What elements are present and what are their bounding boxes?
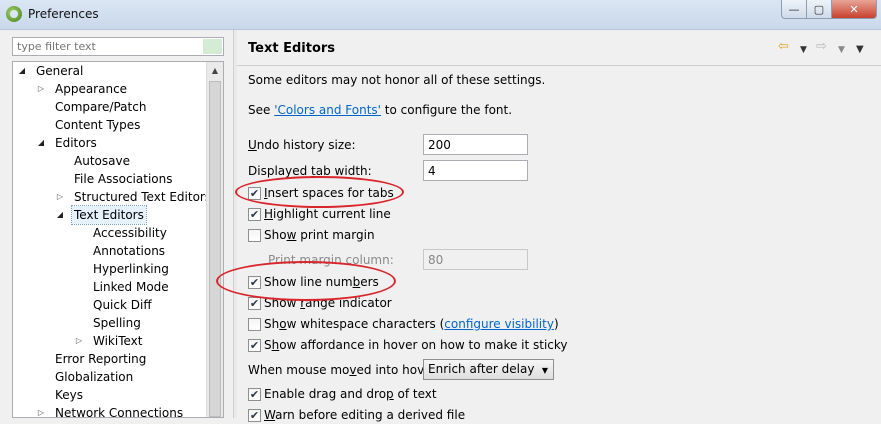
collapsed-icon[interactable]: ▷ bbox=[55, 188, 65, 206]
collapsed-icon[interactable]: ▷ bbox=[36, 80, 46, 98]
view-menu-icon[interactable]: ▼ bbox=[856, 42, 864, 58]
collapsed-icon[interactable]: ▷ bbox=[36, 404, 46, 417]
tree-item-label: Structured Text Editors bbox=[74, 190, 212, 204]
label-text: w whitespace characters bbox=[286, 317, 436, 331]
back-arrow-icon[interactable]: ⇦ bbox=[778, 39, 789, 55]
checkbox-box[interactable] bbox=[248, 318, 261, 331]
tree-item-label: Network Connections bbox=[55, 406, 184, 418]
checkbox-label: Show whitespace characters (configure vi… bbox=[264, 316, 559, 333]
tree-item-label: Globalization bbox=[55, 370, 134, 384]
tree-item-label: General bbox=[36, 64, 84, 78]
label-text: ighlight current line bbox=[273, 207, 391, 221]
forward-arrow-icon[interactable]: ⇨ bbox=[816, 39, 827, 55]
tree-scrollbar[interactable]: ▲ bbox=[206, 62, 223, 417]
tree-item-label: Editors bbox=[55, 136, 97, 150]
label-text: When mouse mo bbox=[248, 363, 350, 377]
collapsed-icon[interactable]: ▷ bbox=[74, 332, 84, 350]
minimize-button[interactable]: — bbox=[781, 0, 807, 19]
see-prefix: See bbox=[248, 103, 275, 117]
label-text: S bbox=[264, 338, 272, 352]
filter-clear-icon[interactable] bbox=[203, 39, 222, 54]
mnemonic: w bbox=[286, 228, 297, 242]
preference-tree: ◢ General ▷ Appearance Compare/Patch Conte… bbox=[12, 61, 224, 418]
scroll-up-icon[interactable]: ▲ bbox=[207, 62, 223, 79]
mnemonic: o bbox=[279, 317, 287, 331]
mnemonic: v bbox=[349, 363, 357, 377]
paren: ) bbox=[553, 317, 559, 331]
checkbox-box[interactable]: ✔ bbox=[248, 409, 261, 422]
tree-item-label: Error Reporting bbox=[55, 352, 147, 366]
line-numbers-highlight bbox=[216, 261, 396, 301]
colors-and-fonts-link[interactable]: 'Colors and Fonts' bbox=[274, 103, 381, 117]
hover-behavior-label: When mouse moved into hover: bbox=[248, 363, 440, 377]
checkbox-box[interactable]: ✔ bbox=[248, 388, 261, 401]
tree-item-label: Appearance bbox=[55, 82, 128, 96]
label-text: ow affordance in hover on how to make it… bbox=[279, 338, 568, 352]
tree-item-label: Autosave bbox=[74, 154, 130, 168]
tree-item-label: Hyperlinking bbox=[93, 262, 169, 276]
preference-page: Text Editors ⇦ ▼ ⇨ ▼ ▼ Some editors may … bbox=[216, 30, 881, 422]
tab-width-input[interactable] bbox=[423, 160, 528, 181]
see-suffix: to configure the font. bbox=[380, 103, 513, 117]
insert-spaces-highlight bbox=[235, 176, 404, 208]
filter-input[interactable] bbox=[12, 37, 224, 56]
checkbox-box[interactable]: ✔ bbox=[248, 339, 261, 352]
window-controls: — ▢ ✕ bbox=[781, 0, 877, 19]
tree-item-label: Text Editors bbox=[71, 205, 147, 225]
tree-item-label: Quick Diff bbox=[93, 298, 152, 312]
dropdown-arrow-icon[interactable]: ▼ bbox=[542, 363, 548, 378]
page-header: Text Editors ⇦ ▼ ⇨ ▼ ▼ bbox=[237, 30, 881, 66]
tree-item-label: WikiText bbox=[93, 334, 143, 348]
label-text: print margin bbox=[296, 228, 375, 242]
title-bar: Preferences — ▢ ✕ bbox=[0, 0, 881, 30]
mnemonic: W bbox=[264, 408, 276, 422]
preferences-navigation: ◢ General ▷ Appearance Compare/Patch Conte… bbox=[0, 30, 233, 418]
settings-note: Some editors may not honor all of these … bbox=[248, 73, 546, 87]
label-text: arn before editing a derived file bbox=[275, 408, 466, 422]
page-title: Text Editors bbox=[248, 41, 336, 56]
mnemonic: H bbox=[264, 207, 274, 221]
expanded-icon[interactable]: ◢ bbox=[17, 62, 27, 80]
label-text: of text bbox=[393, 387, 437, 401]
checkbox-label: Show print margin bbox=[264, 227, 375, 244]
label-text: ndo history size: bbox=[256, 138, 356, 152]
undo-history-input[interactable] bbox=[423, 134, 528, 155]
tree-item-label: File Associations bbox=[74, 172, 173, 186]
window-title: Preferences bbox=[28, 7, 99, 21]
scrollbar-thumb[interactable] bbox=[209, 81, 221, 417]
checkbox-label: Highlight current line bbox=[264, 206, 391, 223]
tree-item-label: Compare/Patch bbox=[55, 100, 147, 114]
checkbox-box[interactable]: ✔ bbox=[248, 297, 261, 310]
label-text: Sh bbox=[264, 317, 280, 331]
colors-fonts-line: See 'Colors and Fonts' to configure the … bbox=[248, 103, 512, 117]
checkbox-label: Show affordance in hover on how to make … bbox=[264, 337, 568, 354]
label-text: Sho bbox=[264, 228, 287, 242]
tree-item-label: Linked Mode bbox=[93, 280, 169, 294]
forward-history-dropdown-icon[interactable]: ▼ bbox=[838, 42, 845, 58]
checkbox-box[interactable] bbox=[248, 229, 261, 242]
expanded-icon[interactable]: ◢ bbox=[55, 206, 65, 224]
configure-visibility-link[interactable]: configure visibility bbox=[444, 317, 554, 331]
checkbox-box[interactable]: ✔ bbox=[248, 208, 261, 221]
selected-value: Enrich after delay bbox=[428, 362, 535, 376]
checkbox-label: Enable drag and drop of text bbox=[264, 386, 437, 403]
tree-item-label: Content Types bbox=[55, 118, 141, 132]
back-history-dropdown-icon[interactable]: ▼ bbox=[800, 42, 807, 58]
mnemonic: U bbox=[248, 138, 257, 152]
hover-behavior-select[interactable]: Enrich after delay ▼ bbox=[423, 359, 554, 380]
mnemonic: p bbox=[386, 387, 394, 401]
print-margin-column-input bbox=[423, 249, 528, 270]
label-text: Enable drag and dro bbox=[264, 387, 387, 401]
tree-item-label: Accessibility bbox=[93, 226, 167, 240]
tree-item-label: Keys bbox=[55, 388, 84, 402]
eclipse-app-icon bbox=[6, 6, 22, 22]
expanded-icon[interactable]: ◢ bbox=[36, 134, 46, 152]
checkbox-label: Warn before editing a derived file bbox=[264, 407, 465, 424]
maximize-button[interactable]: ▢ bbox=[806, 0, 832, 19]
page-content: Some editors may not honor all of these … bbox=[216, 67, 881, 422]
undo-history-label: Undo history size: bbox=[248, 138, 356, 152]
tree-item-label: Annotations bbox=[93, 244, 166, 258]
tree-item-label: Spelling bbox=[93, 316, 141, 330]
close-button[interactable]: ✕ bbox=[831, 0, 877, 19]
